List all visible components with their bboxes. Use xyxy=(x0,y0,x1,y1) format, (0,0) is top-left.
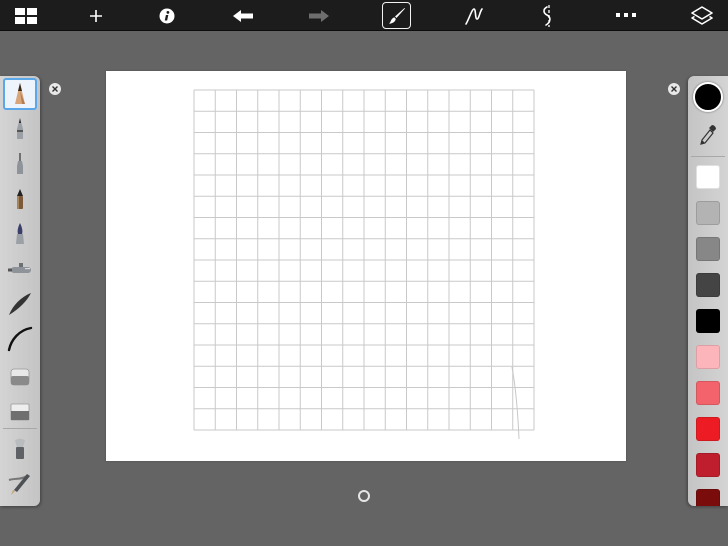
top-toolbar xyxy=(0,0,728,31)
info-icon[interactable] xyxy=(149,0,185,31)
color-swatch[interactable] xyxy=(696,489,720,506)
fineliner-brush-icon[interactable] xyxy=(3,148,37,180)
canvas-puck-handle[interactable] xyxy=(358,490,370,502)
stroke-curve-icon[interactable] xyxy=(457,0,493,31)
paintbrush-brush-icon[interactable] xyxy=(3,218,37,250)
blender-brush-icon[interactable] xyxy=(3,433,37,465)
color-swatch[interactable] xyxy=(696,453,720,477)
more-dots-icon[interactable] xyxy=(608,0,644,31)
soft-brush-icon[interactable] xyxy=(3,288,37,320)
airbrush-brush-icon[interactable] xyxy=(3,253,37,285)
color-swatch[interactable] xyxy=(696,381,720,405)
ballpoint-pen-brush-icon[interactable] xyxy=(3,113,37,145)
symmetry-icon[interactable] xyxy=(531,0,567,31)
hard-eraser-brush-icon[interactable] xyxy=(3,396,37,428)
brush-palette xyxy=(0,76,40,506)
color-swatch[interactable] xyxy=(696,417,720,441)
color-swatch[interactable] xyxy=(696,201,720,225)
marker-brush-icon[interactable] xyxy=(3,183,37,215)
pencil-brush-icon[interactable] xyxy=(3,78,37,110)
add-icon[interactable] xyxy=(78,0,114,31)
color-swatch[interactable] xyxy=(696,345,720,369)
smudge-brush-icon[interactable] xyxy=(3,468,37,500)
color-swatch[interactable] xyxy=(696,309,720,333)
redo-icon[interactable] xyxy=(301,0,337,31)
gallery-grid-icon[interactable] xyxy=(8,0,44,31)
color-swatch[interactable] xyxy=(696,165,720,189)
undo-icon[interactable] xyxy=(225,0,261,31)
brush-divider xyxy=(3,428,37,429)
hard-brush-icon[interactable] xyxy=(3,323,37,355)
swatch-divider xyxy=(691,156,725,157)
sketchbook-app xyxy=(0,0,728,546)
sketch-grid xyxy=(193,89,535,440)
color-palette xyxy=(688,76,728,506)
close-brush-panel-icon[interactable] xyxy=(49,83,61,95)
layers-icon[interactable] xyxy=(684,0,720,31)
close-color-panel-icon[interactable] xyxy=(668,83,680,95)
color-swatch[interactable] xyxy=(696,273,720,297)
drawing-canvas[interactable] xyxy=(106,71,626,461)
grid-lines xyxy=(193,89,535,431)
soft-eraser-brush-icon[interactable] xyxy=(3,361,37,393)
color-swatch[interactable] xyxy=(696,237,720,261)
current-color-swatch[interactable] xyxy=(693,82,723,112)
brush-icon[interactable] xyxy=(382,2,411,29)
eyedropper-icon[interactable] xyxy=(696,123,720,147)
